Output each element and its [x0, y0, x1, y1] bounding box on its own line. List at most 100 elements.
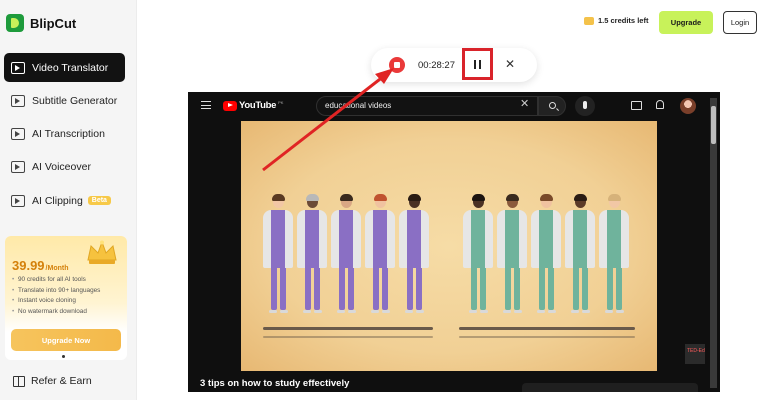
hair-shape — [472, 194, 485, 201]
shoes-shape — [263, 310, 293, 313]
promo-price-period: /Month — [45, 265, 69, 272]
credits-icon — [584, 16, 594, 25]
scrub-shape — [271, 210, 285, 268]
scrub-shape — [505, 210, 519, 268]
illustrated-doctor — [565, 194, 595, 313]
recording-timer: 00:28:27 — [418, 60, 455, 71]
legs-shape — [365, 266, 395, 310]
clear-search-icon[interactable]: ✕ — [520, 97, 529, 110]
app-window: BlipCut Video Translator Subtitle Genera… — [0, 0, 762, 400]
illustrated-doctor — [365, 194, 395, 313]
scrub-shape — [471, 210, 485, 268]
video-frame[interactable] — [241, 121, 657, 371]
voiceover-icon — [11, 161, 25, 174]
scrub-shape — [407, 210, 421, 268]
search-input[interactable]: educational videos — [316, 96, 538, 116]
legs-shape — [399, 266, 429, 310]
brand-name: BlipCut — [30, 15, 77, 31]
floor-shadow-left — [263, 336, 433, 338]
microphone-icon[interactable] — [575, 96, 595, 116]
shoes-shape — [599, 310, 629, 313]
shoes-shape — [565, 310, 595, 313]
sidebar-item-label: AI Voiceover — [32, 161, 91, 174]
scrollbar-thumb[interactable] — [711, 106, 716, 144]
youtube-play-icon — [223, 100, 237, 111]
hair-shape — [340, 194, 353, 201]
upgrade-now-button[interactable]: Upgrade Now — [11, 329, 121, 351]
shoes-shape — [331, 310, 361, 313]
channel-watermark: TED-Ed — [685, 344, 705, 364]
sidebar-nav: Video Translator Subtitle Generator AI T… — [4, 53, 125, 219]
search-input-value: educational videos — [325, 101, 392, 110]
recorded-screen: YouTube PK educational videos ✕ TED-Ed 3… — [188, 92, 720, 392]
coat-shape — [565, 210, 595, 268]
sidebar-item-ai-transcription[interactable]: AI Transcription — [4, 120, 125, 149]
close-icon[interactable]: ✕ — [505, 57, 515, 71]
shoes-shape — [399, 310, 429, 313]
illustrated-doctor — [263, 194, 293, 313]
menu-icon[interactable] — [201, 101, 211, 109]
channel-info-box — [522, 383, 698, 392]
illustrated-doctor — [331, 194, 361, 313]
create-video-icon[interactable] — [631, 101, 642, 110]
sidebar-item-ai-voiceover[interactable]: AI Voiceover — [4, 153, 125, 182]
illustrated-doctor — [599, 194, 629, 313]
scrub-shape — [305, 210, 319, 268]
legs-shape — [599, 266, 629, 310]
shoes-shape — [531, 310, 561, 313]
coat-shape — [297, 210, 327, 268]
login-button[interactable]: Login — [723, 11, 757, 34]
promo-header: 39.99 /Month 90 credits for all AI tools… — [5, 236, 127, 332]
sidebar-item-label: AI Clipping — [32, 194, 83, 207]
pricing-promo-card: 39.99 /Month 90 credits for all AI tools… — [5, 236, 127, 360]
brand[interactable]: BlipCut — [6, 14, 76, 32]
coat-shape — [399, 210, 429, 268]
youtube-logo[interactable]: YouTube PK — [223, 100, 283, 111]
search-button[interactable] — [538, 96, 566, 116]
coat-shape — [463, 210, 493, 268]
illustrated-doctor — [463, 194, 493, 313]
floor-line-right — [459, 327, 635, 330]
sidebar-item-ai-clipping[interactable]: AI Clipping Beta — [4, 186, 125, 215]
transcription-icon — [11, 128, 25, 141]
scrub-shape — [539, 210, 553, 268]
pause-icon — [474, 59, 476, 69]
scrub-shape — [373, 210, 387, 268]
hair-shape — [574, 194, 587, 201]
shoes-shape — [463, 310, 493, 313]
coat-shape — [497, 210, 527, 268]
sidebar-item-video-translator[interactable]: Video Translator — [4, 53, 125, 82]
sidebar-item-label: AI Transcription — [32, 128, 105, 141]
credits-label: 1.5 credits left — [598, 16, 649, 25]
carousel-dot[interactable] — [62, 355, 65, 358]
legs-shape — [565, 266, 595, 310]
list-item: Instant voice cloning — [12, 296, 121, 307]
crown-icon — [87, 240, 117, 264]
bell-icon[interactable] — [656, 100, 664, 109]
country-code: PK — [278, 100, 284, 105]
illustrated-doctor — [497, 194, 527, 313]
sidebar-item-subtitle-generator[interactable]: Subtitle Generator — [4, 86, 125, 115]
list-item: 90 credits for all AI tools — [12, 275, 121, 286]
subtitle-icon — [11, 94, 25, 107]
shoes-shape — [297, 310, 327, 313]
hair-shape — [272, 194, 285, 201]
avatar[interactable] — [680, 98, 696, 114]
list-item: Translate into 90+ languages — [12, 286, 121, 297]
scrollbar[interactable] — [710, 98, 717, 388]
upgrade-button[interactable]: Upgrade — [659, 11, 713, 34]
legs-shape — [331, 266, 361, 310]
legs-shape — [531, 266, 561, 310]
beta-badge: Beta — [87, 196, 111, 206]
illustrated-doctor — [531, 194, 561, 313]
channel-watermark-text: TED-Ed — [687, 348, 705, 354]
stop-recording-button[interactable] — [389, 57, 405, 73]
refer-earn-link[interactable]: Refer & Earn — [13, 375, 92, 387]
hair-shape — [506, 194, 519, 201]
promo-feature-list: 90 credits for all AI tools Translate in… — [12, 275, 121, 317]
legs-shape — [297, 266, 327, 310]
floor-shadow-right — [459, 336, 635, 338]
search-icon — [549, 102, 556, 109]
hair-shape — [408, 194, 421, 201]
pause-recording-button[interactable] — [462, 48, 493, 80]
